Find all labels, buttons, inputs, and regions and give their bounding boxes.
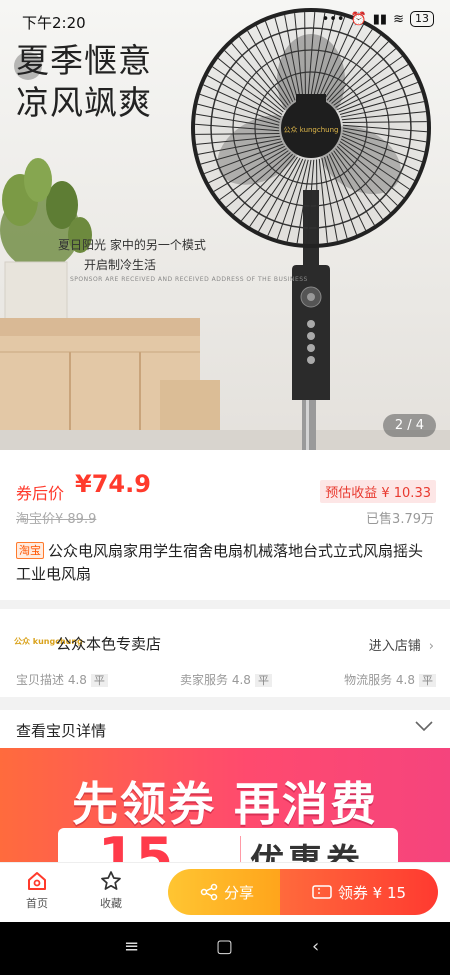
estimated-earnings-badge: 预估收益 ¥ 10.33 [320, 480, 436, 503]
signal-icon: ▮▮ [372, 11, 388, 27]
enter-shop-label: 进入店铺 [368, 639, 421, 654]
system-navigation-bar: ≡ ▢ ‹ [0, 922, 450, 975]
coupon-price-label: 券后价 [16, 484, 65, 503]
rating-item: 物流服务 4.8 平 [344, 671, 436, 688]
share-button[interactable]: 分享 [168, 869, 286, 915]
battery-icon: 13 [410, 11, 434, 27]
product-image-carousel[interactable]: 公众 kungchung 下午2:20 ••• ⏰ ▮▮ ≋ 13 ‹ 夏季惬意… [0, 0, 450, 450]
star-icon [101, 871, 121, 890]
get-coupon-button[interactable]: 领券 ¥ 15 [280, 869, 438, 915]
coupon-banner: 先领券 再消费 15 优惠券 [0, 748, 450, 868]
shop-ratings: 宝贝描述 4.8 平 卖家服务 4.8 平 物流服务 4.8 平 [16, 671, 436, 688]
sold-count: 已售3.79万 [366, 512, 434, 527]
hero-slogan: 夏季惬意 凉风飒爽 [16, 40, 152, 124]
chevron-down-icon [415, 721, 433, 732]
status-bar: 下午2:20 ••• ⏰ ▮▮ ≋ 13 [0, 0, 450, 40]
slogan-line-2: 凉风飒爽 [16, 83, 152, 122]
banner-title: 先领券 再消费 [71, 777, 378, 831]
home-tab[interactable]: 首页 [14, 869, 60, 911]
rating-item: 宝贝描述 4.8 平 [16, 671, 108, 688]
image-counter: 2 / 4 [382, 414, 436, 437]
platform-tag: 淘宝 [16, 542, 44, 559]
favorite-label: 收藏 [100, 897, 122, 910]
wifi-icon: ≋ [393, 11, 404, 27]
dots-icon: ••• [321, 11, 345, 27]
price-section: 券后价 ¥74.9 预估收益 ¥ 10.33 淘宝价¥ 89.9 已售3.79万… [0, 450, 450, 600]
share-icon [200, 883, 218, 901]
fan-brand-logo: 公众 kungchung [284, 126, 339, 134]
original-price: 淘宝价¥ 89.9 [16, 512, 97, 527]
status-time: 下午2:20 [22, 14, 86, 32]
hero-tagline-small: SPONSOR ARE RECEIVED AND RECEIVED ADDRES… [70, 276, 308, 283]
menu-icon[interactable]: ≡ [124, 936, 139, 957]
bottom-action-bar: 首页 收藏 分享 领券 ¥ 15 [0, 862, 450, 922]
home-square-icon[interactable]: ▢ [216, 936, 233, 957]
status-icons: ••• ⏰ ▮▮ ≋ 13 [322, 11, 434, 27]
slogan-line-1: 夏季惬意 [16, 41, 152, 80]
coupon-price-value: ¥74.9 [75, 470, 151, 498]
chevron-right-icon: › [428, 639, 434, 654]
hero-tagline-2: 开启制冷生活 [84, 258, 157, 272]
shop-section: 公众 kungchung 公众本色专卖店 进入店铺 › 宝贝描述 4.8 平 卖家服… [0, 609, 450, 697]
product-title-text: 公众电风扇家用学生宿舍电扇机械落地台式立式风扇摇头工业电风扇 [16, 542, 424, 583]
hero-tagline-1: 夏日阳光 家中的另一个模式 [58, 238, 206, 252]
product-detail-page: 公众 kungchung 下午2:20 ••• ⏰ ▮▮ ≋ 13 ‹ 夏季惬意… [0, 0, 450, 975]
enter-shop-link[interactable]: 进入店铺 › [369, 635, 434, 654]
shop-name: 公众本色专卖店 [56, 635, 162, 653]
home-label: 首页 [26, 897, 48, 910]
favorite-tab[interactable]: 收藏 [88, 869, 134, 911]
home-icon [28, 872, 46, 890]
alarm-icon: ⏰ [350, 11, 367, 27]
rating-item: 卖家服务 4.8 平 [180, 671, 272, 688]
back-triangle-icon[interactable]: ‹ [312, 936, 319, 957]
view-details-row[interactable]: 查看宝贝详情 [0, 710, 450, 750]
get-coupon-label: 领券 ¥ 15 [337, 883, 407, 902]
view-details-label: 查看宝贝详情 [16, 722, 107, 740]
share-label: 分享 [223, 883, 254, 902]
ticket-icon [312, 885, 332, 899]
product-title[interactable]: 淘宝 公众电风扇家用学生宿舍电扇机械落地台式立式风扇摇头工业电风扇 [16, 540, 436, 586]
